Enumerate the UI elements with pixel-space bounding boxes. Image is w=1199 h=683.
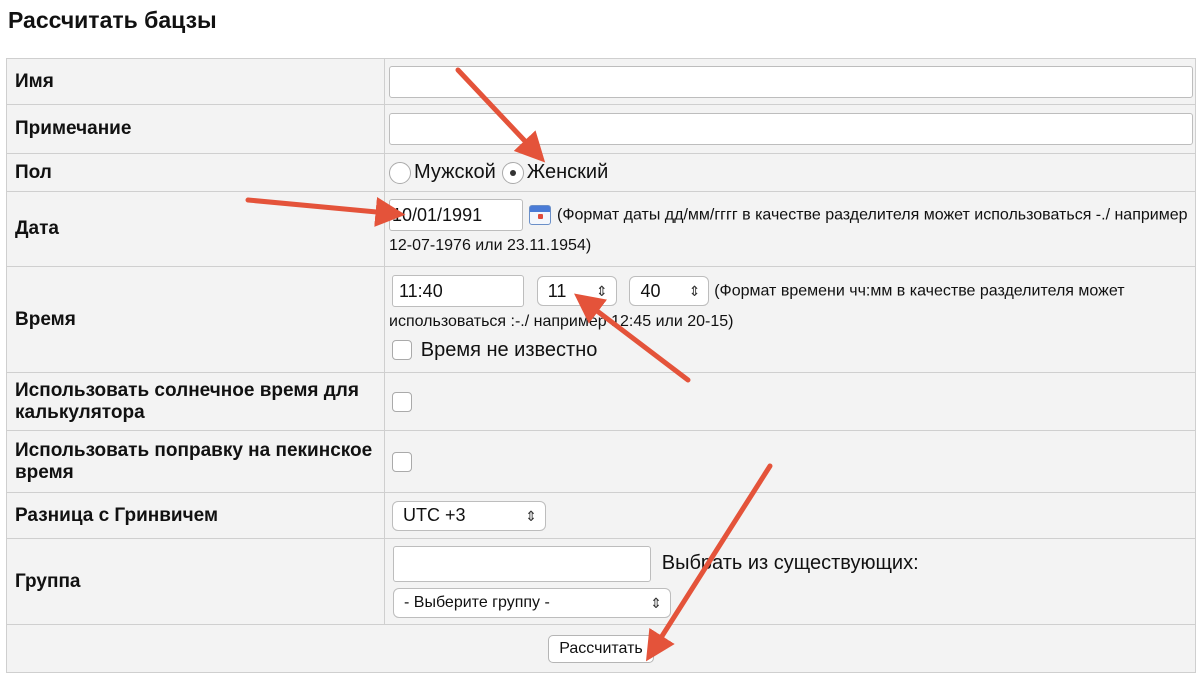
row-solar: Использовать солнечное время для калькул…	[6, 372, 1196, 431]
gender-male-radio[interactable]	[389, 161, 411, 184]
solar-label: Использовать солнечное время для калькул…	[6, 372, 385, 431]
gender-female-label[interactable]: Женский	[527, 161, 608, 183]
date-label: Дата	[6, 191, 385, 267]
hour-value: 11	[547, 280, 567, 301]
beijing-correction-checkbox[interactable]	[392, 451, 412, 472]
row-gender: Пол Мужской Женский	[6, 153, 1196, 192]
solar-cell	[384, 372, 1196, 431]
name-input[interactable]	[389, 65, 1193, 98]
group-select[interactable]: - Выберите группу - ⇕	[393, 587, 671, 618]
group-input[interactable]	[393, 545, 651, 582]
select-updown-icon: ⇕	[650, 594, 662, 611]
note-label: Примечание	[6, 104, 385, 154]
submit-cell: Рассчитать	[6, 624, 1196, 673]
group-cell: Выбрать из существующих: - Выберите груп…	[384, 538, 1196, 625]
select-updown-icon: ⇕	[525, 507, 537, 524]
gender-cell: Мужской Женский	[384, 153, 1196, 192]
utc-value: UTC +3	[403, 505, 466, 525]
row-name: Имя	[6, 58, 1196, 105]
gender-female-radio[interactable]	[501, 161, 524, 184]
group-label: Группа	[6, 538, 385, 625]
row-time: Время 11:40 11 ⇕ 40 ⇕ (Формат времени чч:м…	[6, 266, 1196, 373]
utc-select[interactable]: UTC +3 ⇕	[392, 500, 546, 531]
bazi-form: Имя Примечание Пол Мужской Женский Дата 1…	[6, 58, 1196, 673]
name-cell	[384, 58, 1196, 105]
gender-label: Пол	[6, 153, 385, 192]
note-input[interactable]	[389, 113, 1193, 145]
group-select-value: - Выберите группу -	[404, 593, 550, 611]
date-cell: 10/01/1991 (Формат даты дд/мм/гггг в каче…	[384, 191, 1196, 267]
solar-time-checkbox[interactable]	[392, 391, 412, 412]
gender-male-label[interactable]: Мужской	[414, 161, 496, 183]
row-group: Группа Выбрать из существующих: - Выбери…	[6, 538, 1196, 625]
hour-select[interactable]: 11 ⇕	[536, 275, 617, 306]
select-updown-icon: ⇕	[596, 282, 608, 299]
minute-select[interactable]: 40 ⇕	[629, 275, 710, 306]
row-submit: Рассчитать	[6, 624, 1196, 673]
date-input[interactable]: 10/01/1991	[389, 198, 523, 231]
row-date: Дата 10/01/1991 (Формат даты дд/мм/гггг в…	[6, 191, 1196, 267]
utc-label: Разница с Гринвичем	[6, 492, 385, 539]
time-label: Время	[6, 266, 385, 373]
time-unknown-label[interactable]: Время не известно	[421, 339, 598, 361]
beijing-cell	[384, 430, 1196, 493]
time-input[interactable]: 11:40	[392, 274, 524, 307]
beijing-label: Использовать поправку на пекинское время	[6, 430, 385, 493]
time-cell: 11:40 11 ⇕ 40 ⇕ (Формат времени чч:мм в ка…	[384, 266, 1196, 373]
group-existing-label: Выбрать из существующих:	[661, 552, 919, 574]
utc-cell: UTC +3 ⇕	[384, 492, 1196, 539]
page-title: Рассчитать бацзы	[8, 7, 217, 33]
note-cell	[384, 104, 1196, 154]
select-updown-icon: ⇕	[688, 282, 701, 299]
time-unknown-checkbox[interactable]	[392, 340, 412, 361]
name-label: Имя	[6, 58, 385, 105]
minute-value: 40	[640, 280, 661, 301]
row-beijing: Использовать поправку на пекинское время	[6, 430, 1196, 493]
calendar-icon[interactable]	[529, 204, 551, 225]
row-note: Примечание	[6, 104, 1196, 154]
row-utc: Разница с Гринвичем UTC +3 ⇕	[6, 492, 1196, 539]
calculate-button[interactable]: Рассчитать	[548, 634, 654, 663]
